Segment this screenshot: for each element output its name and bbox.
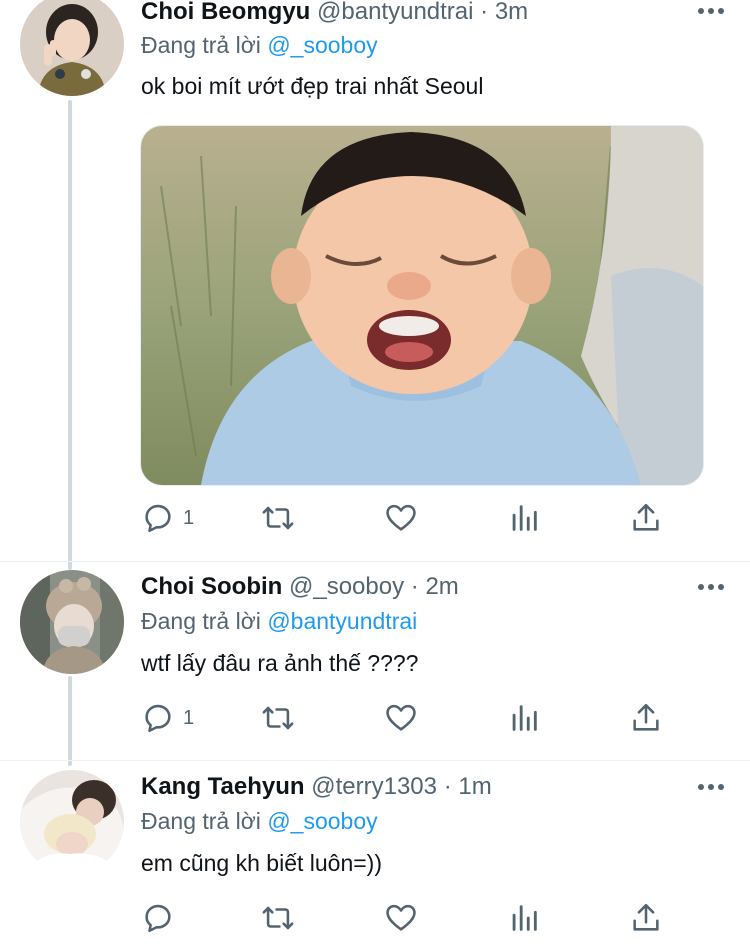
like-icon — [386, 904, 416, 931]
like-button[interactable] — [384, 900, 418, 936]
reply-button[interactable] — [141, 900, 183, 936]
divider — [0, 760, 750, 761]
tweet-actions — [141, 900, 701, 936]
share-icon — [633, 703, 659, 731]
replying-to: Đang trả lời @bantyundtrai — [141, 607, 417, 635]
mention-link[interactable]: @_sooboy — [267, 32, 377, 58]
mention-link[interactable]: @_sooboy — [267, 808, 377, 834]
analytics-icon — [512, 505, 537, 531]
reply-count: 1 — [183, 506, 195, 529]
tweet-actions: 1 — [141, 500, 701, 536]
avatar[interactable] — [20, 570, 124, 674]
timestamp[interactable]: 3m — [495, 0, 528, 25]
tweet-photo[interactable] — [140, 125, 704, 486]
tweet-text: ok boi mít ướt đẹp trai nhất Seoul — [141, 73, 484, 99]
more-icon[interactable] — [698, 582, 726, 592]
analytics-button[interactable] — [507, 700, 541, 736]
display-name[interactable]: Choi Beomgyu — [141, 0, 310, 25]
reply-count: 1 — [183, 706, 195, 729]
retweet-button[interactable] — [261, 500, 295, 536]
user-handle[interactable]: @_sooboy — [289, 573, 404, 600]
avatar[interactable] — [20, 0, 124, 96]
reply-button[interactable]: 1 — [141, 500, 194, 536]
like-button[interactable] — [384, 700, 418, 736]
retweet-button[interactable] — [261, 900, 295, 936]
replying-to: Đang trả lời @_sooboy — [141, 807, 378, 835]
analytics-icon — [512, 705, 537, 731]
separator-dot: · — [410, 573, 419, 600]
tweet-text: em cũng kh biết luôn=)) — [141, 850, 382, 876]
replying-to-label: Đang trả lời — [141, 808, 261, 834]
replying-to-label: Đang trả lời — [141, 32, 261, 58]
avatar[interactable] — [20, 770, 124, 874]
share-icon — [633, 903, 659, 931]
retweet-icon — [262, 506, 294, 530]
like-icon — [386, 504, 416, 531]
tweet-text: wtf lấy đâu ra ảnh thế ???? — [141, 650, 419, 676]
retweet-button[interactable] — [261, 700, 295, 736]
display-name[interactable]: Kang Taehyun — [141, 773, 305, 800]
like-button[interactable] — [384, 500, 418, 536]
tweet[interactable]: Kang Taehyun @terry1303 · 1m Đang trả lờ… — [0, 762, 750, 952]
tweet[interactable]: Choi Beomgyu @bantyundtrai · 3m Đang trả… — [0, 0, 750, 560]
like-icon — [386, 704, 416, 731]
replying-to: Đang trả lời @_sooboy — [141, 31, 378, 59]
reply-icon — [145, 504, 171, 533]
analytics-button[interactable] — [507, 900, 541, 936]
tweet-header: Choi Beomgyu @bantyundtrai · 3m — [141, 0, 528, 26]
timestamp[interactable]: 2m — [425, 573, 458, 600]
separator-dot: · — [443, 773, 452, 800]
display-name[interactable]: Choi Soobin — [141, 573, 282, 600]
replying-to-label: Đang trả lời — [141, 608, 261, 634]
retweet-icon — [262, 906, 294, 930]
more-icon[interactable] — [698, 6, 726, 16]
user-handle[interactable]: @bantyundtrai — [317, 0, 473, 25]
analytics-icon — [512, 905, 537, 931]
tweet-header: Choi Soobin @_sooboy · 2m — [141, 573, 459, 601]
timestamp[interactable]: 1m — [458, 773, 491, 800]
tweet-header: Kang Taehyun @terry1303 · 1m — [141, 773, 492, 801]
tweet-actions: 1 — [141, 700, 701, 736]
reply-button[interactable]: 1 — [141, 700, 194, 736]
share-button[interactable] — [629, 900, 663, 936]
retweet-icon — [262, 706, 294, 730]
reply-icon — [145, 704, 171, 733]
share-icon — [633, 503, 659, 531]
share-button[interactable] — [629, 700, 663, 736]
share-button[interactable] — [629, 500, 663, 536]
mention-link[interactable]: @bantyundtrai — [267, 608, 417, 634]
tweet[interactable]: Choi Soobin @_sooboy · 2m Đang trả lời @… — [0, 562, 750, 758]
analytics-button[interactable] — [507, 500, 541, 536]
user-handle[interactable]: @terry1303 — [311, 773, 437, 800]
reply-icon — [145, 904, 171, 933]
separator-dot: · — [480, 0, 489, 25]
more-icon[interactable] — [698, 782, 726, 792]
